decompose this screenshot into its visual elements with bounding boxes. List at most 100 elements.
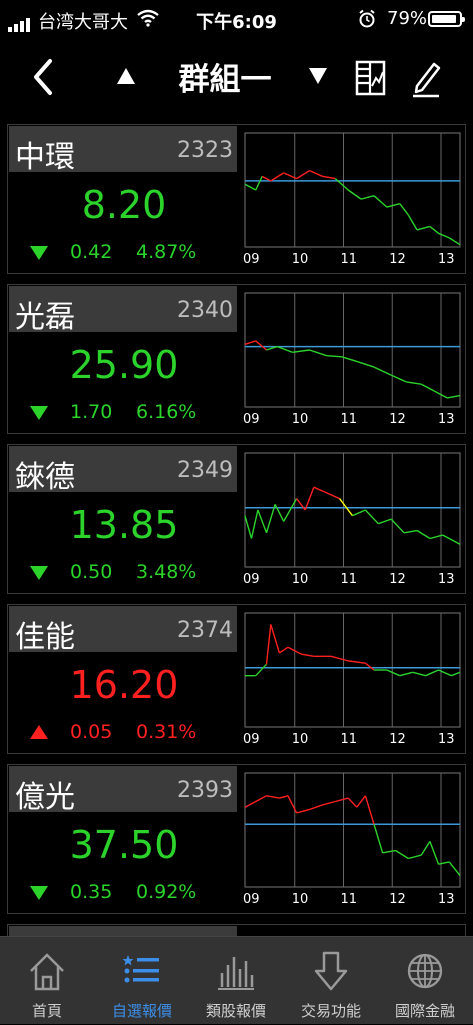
tab-label-sector-quotes: 類股報價	[205, 1002, 266, 1020]
chart-x-tick-label: 13	[438, 892, 455, 907]
price-line-segment	[279, 795, 289, 799]
price-line-segment	[287, 795, 298, 814]
price-line-segment	[250, 509, 259, 539]
chart-x-tick-label: 12	[389, 412, 406, 427]
stock-name-bar: 光磊 2340	[9, 286, 237, 335]
chart-x-tick-label: 13	[438, 572, 455, 587]
price-line-segment	[399, 203, 409, 216]
chart-x-tick-label: 11	[341, 572, 358, 587]
intraday-sparkline-chart: 09 10 11 12 13	[243, 612, 461, 747]
stock-change: 0.05	[70, 721, 113, 743]
price-line-segment	[451, 671, 461, 677]
tab-label-home: 首頁	[31, 1002, 62, 1020]
price-line-segment	[408, 854, 422, 860]
tab-label-watchlist: 自選報價	[111, 1002, 172, 1020]
stock-change-percent: 3.48%	[136, 561, 197, 583]
tab-sector-quotes[interactable]: 類股報價	[189, 937, 283, 1025]
stock-card[interactable]: 光磊 2340 25.90 1.70 6.16% 09 10 11 12 13	[7, 284, 466, 434]
intraday-sparkline-chart: 09 10 11 12 13	[243, 772, 461, 907]
stock-card[interactable]: 錸德 2349 13.85 0.50 3.48% 09 10 11 12 13	[7, 444, 466, 594]
price-line-segment	[429, 841, 440, 865]
back-chevron-icon[interactable]	[32, 58, 54, 96]
price-line-segment	[255, 340, 267, 351]
chart-x-tick-label: 10	[292, 252, 309, 267]
stock-card[interactable]: 中環 2323 8.20 0.42 4.87% 09 10 11 12 13	[7, 124, 466, 274]
price-line-segment	[270, 624, 281, 654]
stock-change-percent: 0.92%	[136, 881, 197, 903]
price-line-segment	[304, 486, 315, 511]
price-line-segment	[386, 203, 400, 208]
chart-x-tick-label: 11	[341, 412, 358, 427]
globe-icon	[407, 953, 443, 989]
price-line-segment	[257, 509, 268, 534]
battery-percent: 79%	[387, 8, 428, 29]
price-line-segment	[373, 195, 388, 208]
price-line-segment	[279, 646, 289, 654]
nav-bar: 群組一	[0, 40, 473, 116]
stock-price: 13.85	[69, 503, 179, 547]
price-line-segment	[244, 800, 257, 808]
price-line-segment	[438, 669, 452, 677]
price-line-segment	[356, 360, 375, 368]
tab-international[interactable]: 國際金融	[378, 937, 472, 1025]
price-line-segment	[412, 671, 426, 677]
chart-x-tick-label: 11	[341, 892, 358, 907]
stock-card[interactable]: 億光 2393 37.50 0.35 0.92% 09 10 11 12 13	[7, 764, 466, 914]
stock-name-bar: 佳能 2374	[9, 606, 237, 655]
price-line-segment	[330, 655, 349, 662]
price-line-segment	[438, 861, 450, 865]
stock-name: 中環	[15, 140, 75, 175]
price-line-segment	[438, 232, 450, 239]
price-line-segment	[390, 518, 405, 534]
price-line-segment	[300, 653, 314, 658]
price-line-segment	[406, 381, 422, 385]
stock-change: 0.42	[70, 241, 113, 263]
price-line-segment	[378, 518, 392, 525]
chart-frame	[244, 612, 461, 728]
intraday-sparkline-chart: 09 10 11 12 13	[243, 452, 461, 587]
tab-trading[interactable]: 交易功能	[284, 937, 378, 1025]
tab-label-international: 國際金融	[394, 1002, 455, 1020]
stock-code: 2349	[177, 458, 233, 483]
next-group-triangle-icon[interactable]	[308, 67, 328, 85]
price-line-segment	[390, 374, 407, 383]
price-line-segment	[270, 172, 285, 182]
price-line-segment	[274, 503, 285, 522]
stock-card-partial[interactable]	[7, 924, 466, 936]
price-line-segment	[448, 237, 461, 246]
chart-frame	[244, 772, 461, 888]
stock-code: 2374	[177, 618, 233, 643]
stock-name: 億光	[15, 780, 75, 815]
price-line-segment	[364, 509, 379, 525]
price-line-segment	[244, 183, 257, 191]
price-line-segment	[352, 509, 366, 517]
watchlist-icon	[122, 955, 159, 983]
chart-x-tick-label: 09	[243, 412, 260, 427]
edit-pencil-icon[interactable]	[410, 58, 442, 98]
chart-x-tick-label: 09	[243, 892, 260, 907]
price-line-segment	[309, 349, 327, 357]
stock-card[interactable]: 佳能 2374 16.20 0.05 0.31% 09 10 11 12 13	[7, 604, 466, 754]
stock-price: 16.20	[69, 663, 179, 707]
stock-name-bar	[9, 926, 237, 936]
price-line-segment	[255, 663, 268, 677]
price-line-segment	[326, 355, 342, 358]
price-line-segment	[448, 861, 461, 877]
price-line-segment	[277, 345, 293, 353]
price-line-segment	[255, 795, 267, 803]
previous-group-triangle-icon[interactable]	[116, 67, 136, 85]
stock-list[interactable]: 中環 2323 8.20 0.42 4.87% 09 10 11 12 13 光磊 2340 25.90…	[0, 116, 473, 936]
chart-x-tick-label: 11	[341, 252, 358, 267]
tab-home[interactable]: 首頁	[0, 937, 94, 1025]
chart-view-icon[interactable]	[355, 60, 386, 96]
tab-watchlist[interactable]: 自選報價	[95, 937, 189, 1025]
price-line-segment	[326, 492, 340, 500]
battery-icon	[428, 11, 465, 27]
chart-x-tick-label: 12	[389, 252, 406, 267]
alarm-icon	[359, 9, 375, 28]
chart-x-tick-label: 10	[292, 412, 309, 427]
price-line-segment	[420, 383, 435, 392]
price-line-segment	[347, 797, 358, 808]
stock-name-bar: 億光 2393	[9, 766, 237, 815]
price-line-segment	[322, 800, 336, 806]
